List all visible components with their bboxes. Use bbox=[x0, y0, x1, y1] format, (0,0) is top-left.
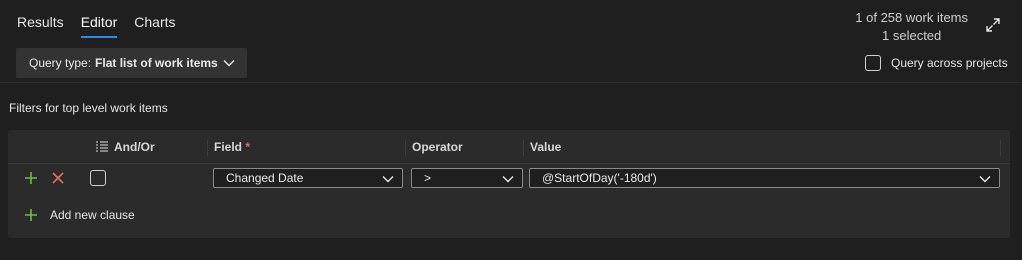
required-marker: * bbox=[245, 140, 251, 154]
header-separator bbox=[8, 163, 1010, 164]
plus-icon bbox=[25, 209, 37, 221]
field-dropdown[interactable]: Changed Date bbox=[213, 168, 403, 188]
column-divider bbox=[1000, 140, 1001, 156]
chevron-down-icon bbox=[223, 60, 235, 67]
add-new-clause-label: Add new clause bbox=[50, 208, 135, 222]
header-field: Field * bbox=[214, 140, 250, 154]
chevron-down-icon bbox=[382, 176, 394, 183]
query-type-label: Query type: bbox=[29, 56, 92, 70]
clause-select-checkbox[interactable] bbox=[90, 170, 106, 186]
chevron-down-icon bbox=[502, 176, 514, 183]
query-type-value: Flat list of work items bbox=[95, 56, 218, 70]
filters-heading: Filters for top level work items bbox=[9, 101, 168, 115]
tab-results[interactable]: Results bbox=[17, 14, 64, 38]
value-combobox[interactable]: @StartOfDay('-180d') bbox=[529, 168, 1000, 188]
tab-bar: Results Editor Charts bbox=[17, 14, 193, 38]
work-item-counts: 1 of 258 work items 1 selected bbox=[855, 9, 968, 45]
header-operator: Operator bbox=[412, 140, 463, 154]
column-divider bbox=[207, 140, 208, 156]
operator-value: > bbox=[424, 171, 432, 185]
insert-clause-plus-icon[interactable] bbox=[24, 171, 38, 188]
query-across-projects-checkbox[interactable] bbox=[865, 55, 881, 71]
value-text: @StartOfDay('-180d') bbox=[542, 171, 657, 185]
column-divider bbox=[405, 140, 406, 156]
query-across-projects-label: Query across projects bbox=[891, 56, 1008, 70]
work-item-count: 1 of 258 work items bbox=[855, 10, 968, 25]
query-across-projects-toggle[interactable]: Query across projects bbox=[865, 55, 1008, 71]
column-divider bbox=[523, 140, 524, 156]
operator-dropdown[interactable]: > bbox=[411, 168, 523, 188]
tab-charts[interactable]: Charts bbox=[134, 14, 175, 38]
query-type-dropdown[interactable]: Query type: Flat list of work items bbox=[16, 48, 247, 78]
field-value: Changed Date bbox=[226, 171, 304, 185]
expand-icon[interactable] bbox=[984, 16, 1002, 34]
header-and-or: And/Or bbox=[114, 140, 155, 154]
selected-count: 1 selected bbox=[882, 28, 942, 43]
add-new-clause-button[interactable]: Add new clause bbox=[24, 208, 135, 222]
tab-editor[interactable]: Editor bbox=[80, 14, 118, 38]
header-field-label: Field bbox=[214, 140, 243, 154]
header-value: Value bbox=[530, 140, 562, 154]
chevron-down-icon bbox=[979, 176, 991, 183]
filter-clauses-panel: And/Or Field * Operator Value Changed Da… bbox=[8, 130, 1010, 238]
remove-clause-close-icon[interactable] bbox=[51, 171, 65, 188]
divider bbox=[0, 82, 1022, 83]
group-clauses-icon[interactable] bbox=[95, 140, 109, 157]
